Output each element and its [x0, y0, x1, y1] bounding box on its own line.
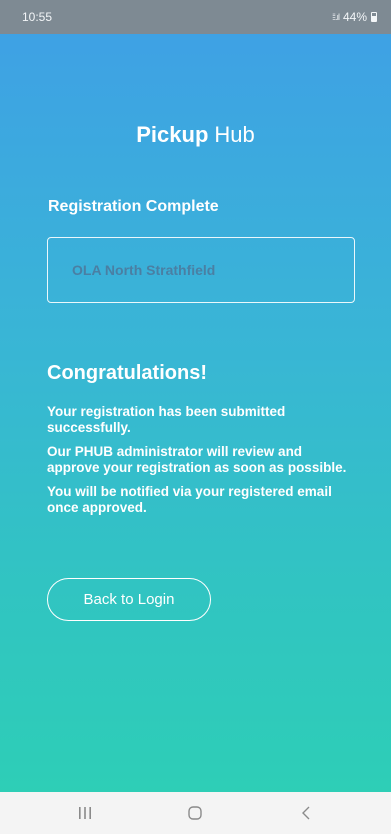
school-field: OLA North Strathfield: [47, 237, 355, 303]
battery-icon: [371, 12, 377, 22]
signal-icon: ⁞⁞.ıl: [331, 12, 340, 22]
nav-home-button[interactable]: [165, 797, 225, 829]
recent-apps-icon: [79, 807, 92, 819]
battery-percent: 44%: [342, 10, 367, 24]
message-submitted: Your registration has been submitted suc…: [47, 404, 286, 435]
nav-back-button[interactable]: [276, 797, 336, 829]
back-icon: [301, 806, 310, 820]
home-icon: [188, 806, 203, 820]
back-to-login-button[interactable]: Back to Login: [47, 578, 211, 621]
school-name: OLA North Strathfield: [72, 262, 216, 278]
status-time: 10:55: [22, 10, 53, 24]
message-review: Our PHUB administrator will review and a…: [47, 444, 347, 475]
congratulations-title: Congratulations!: [47, 362, 207, 384]
status-indicators: ⁞⁞.ıl 44%: [332, 10, 377, 24]
app-title: Pickup Hub: [0, 122, 391, 148]
app-title-light: Hub: [214, 122, 255, 147]
registration-heading: Registration Complete: [48, 198, 219, 215]
message-notify: You will be notified via your registered…: [47, 484, 332, 515]
confirmation-messages: Your registration has been submitted suc…: [47, 404, 352, 524]
app-screen: 10:55 ⁞⁞.ıl 44% Pickup Hub Registration C…: [0, 0, 391, 834]
nav-recent-apps-button[interactable]: [55, 797, 115, 829]
system-nav-bar: [0, 792, 391, 834]
app-title-bold: Pickup: [136, 122, 209, 147]
status-bar: 10:55 ⁞⁞.ıl 44%: [0, 0, 391, 34]
